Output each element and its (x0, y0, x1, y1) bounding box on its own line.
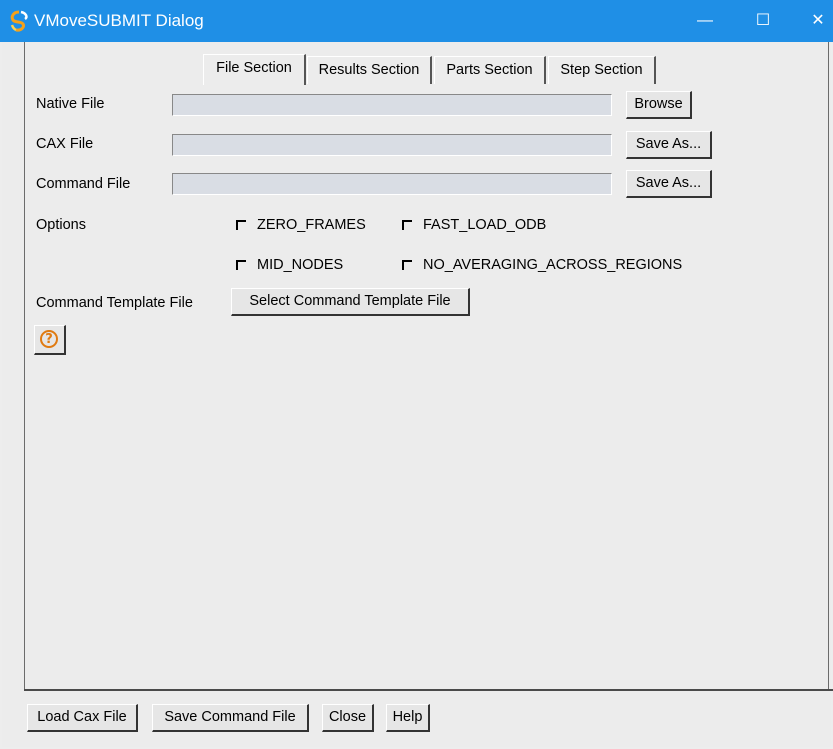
browse-button[interactable]: Browse (626, 91, 692, 119)
native-file-field[interactable] (172, 94, 612, 116)
tab-step-section[interactable]: Step Section (548, 56, 656, 84)
command-save-as-button[interactable]: Save As... (626, 170, 712, 198)
panel-border-left (24, 42, 25, 690)
cax-save-as-button[interactable]: Save As... (626, 131, 712, 159)
panel-divider (24, 689, 833, 691)
minimize-button[interactable]: — (682, 0, 728, 42)
options-label: Options (36, 217, 86, 233)
command-template-label: Command Template File (36, 295, 193, 311)
zero-frames-label: ZERO_FRAMES (257, 217, 366, 233)
checkbox-box[interactable] (236, 220, 246, 230)
context-help-button[interactable]: ? (34, 325, 66, 355)
question-circle-icon: ? (40, 330, 58, 348)
select-template-button[interactable]: Select Command Template File (231, 288, 470, 316)
load-cax-file-button[interactable]: Load Cax File (27, 704, 138, 732)
command-file-field[interactable] (172, 173, 612, 195)
tab-results-section[interactable]: Results Section (307, 56, 432, 84)
panel-border-right (828, 42, 829, 690)
window-title: VMoveSUBMIT Dialog (34, 11, 204, 30)
tab-parts-section[interactable]: Parts Section (434, 56, 546, 84)
mid-nodes-label: MID_NODES (257, 257, 344, 273)
mid-nodes-checkbox[interactable]: MID_NODES (236, 255, 366, 275)
cax-file-label: CAX File (36, 136, 94, 152)
checkbox-box[interactable] (402, 260, 412, 270)
dialog-window: VMoveSUBMIT Dialog — ☐ ✕ File Section Re… (0, 0, 833, 749)
checkbox-box[interactable] (236, 260, 246, 270)
checkbox-box[interactable] (402, 220, 412, 230)
fast-load-odb-checkbox[interactable]: FAST_LOAD_ODB (402, 215, 572, 235)
zero-frames-checkbox[interactable]: ZERO_FRAMES (236, 215, 386, 235)
maximize-button[interactable]: ☐ (740, 0, 786, 42)
help-button[interactable]: Help (386, 704, 430, 732)
native-file-label: Native File (36, 96, 105, 112)
fast-load-odb-label: FAST_LOAD_ODB (423, 217, 547, 233)
close-window-button[interactable]: ✕ (795, 0, 833, 42)
save-command-file-button[interactable]: Save Command File (152, 704, 309, 732)
app-logo-icon (10, 10, 28, 32)
close-button[interactable]: Close (322, 704, 374, 732)
command-file-label: Command File (36, 176, 131, 192)
cax-file-field[interactable] (172, 134, 612, 156)
no-averaging-checkbox[interactable]: NO_AVERAGING_ACROSS_REGIONS (402, 255, 722, 275)
no-averaging-label: NO_AVERAGING_ACROSS_REGIONS (423, 257, 683, 273)
tab-file-section[interactable]: File Section (203, 54, 306, 85)
title-bar[interactable]: VMoveSUBMIT Dialog — ☐ ✕ (0, 0, 833, 42)
